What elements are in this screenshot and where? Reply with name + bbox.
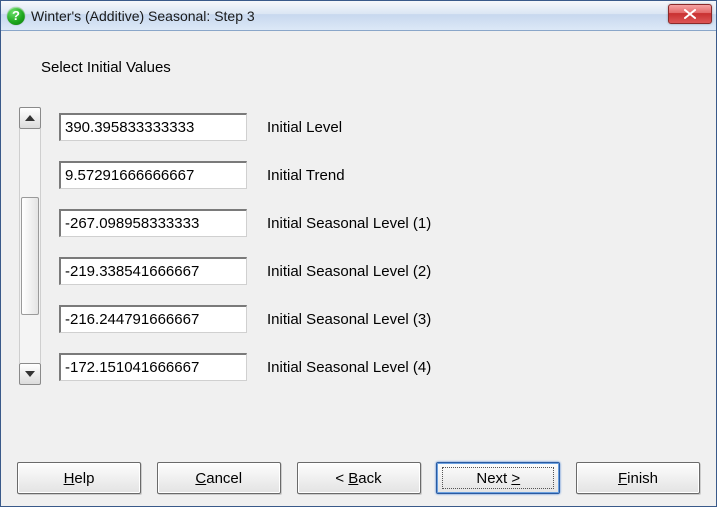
back-mnemonic: B [348,470,358,487]
label-seasonal-2: Initial Seasonal Level (2) [267,263,431,280]
row-seasonal-4: Initial Seasonal Level (4) [59,343,696,391]
help-mnemonic: H [64,470,75,487]
help-button[interactable]: Help [17,462,141,494]
button-bar: Help Cancel < Back Next > Finish [1,462,716,494]
label-seasonal-4: Initial Seasonal Level (4) [267,359,431,376]
window-title: Winter's (Additive) Seasonal: Step 3 [31,8,255,24]
input-initial-level[interactable] [59,113,247,141]
section-label: Select Initial Values [41,59,171,76]
row-seasonal-1: Initial Seasonal Level (1) [59,199,696,247]
client-area: Select Initial Values Initial Level Init… [1,31,716,506]
label-initial-level: Initial Level [267,119,342,136]
finish-button[interactable]: Finish [576,462,700,494]
back-prefix: < [335,470,348,487]
label-seasonal-3: Initial Seasonal Level (3) [267,311,431,328]
next-mnemonic: > [511,470,520,487]
input-seasonal-1[interactable] [59,209,247,237]
scroll-down-button[interactable] [19,363,41,385]
close-button[interactable] [668,4,712,24]
help-rest: elp [74,470,94,487]
row-seasonal-2: Initial Seasonal Level (2) [59,247,696,295]
scroll-up-button[interactable] [19,107,41,129]
input-seasonal-3[interactable] [59,305,247,333]
finish-mnemonic: F [618,470,627,487]
label-initial-trend: Initial Trend [267,167,345,184]
cancel-mnemonic: C [195,470,206,487]
scroll-track[interactable] [19,129,41,363]
row-initial-level: Initial Level [59,103,696,151]
close-icon [684,9,696,19]
values-scrollbar[interactable] [19,107,41,385]
cancel-rest: ancel [206,470,242,487]
dialog-window: ? Winter's (Additive) Seasonal: Step 3 S… [0,0,717,507]
next-button[interactable]: Next > [436,462,560,494]
help-icon: ? [7,7,25,25]
label-seasonal-1: Initial Seasonal Level (1) [267,215,431,232]
row-seasonal-3: Initial Seasonal Level (3) [59,295,696,343]
finish-rest: inish [627,470,658,487]
back-button[interactable]: < Back [297,462,421,494]
input-seasonal-2[interactable] [59,257,247,285]
input-initial-trend[interactable] [59,161,247,189]
row-initial-trend: Initial Trend [59,151,696,199]
chevron-up-icon [25,115,35,121]
cancel-button[interactable]: Cancel [157,462,281,494]
titlebar: ? Winter's (Additive) Seasonal: Step 3 [1,1,716,31]
chevron-down-icon [25,371,35,377]
initial-values-list: Initial Level Initial Trend Initial Seas… [59,103,696,391]
back-rest: ack [358,470,381,487]
next-pre: Next [476,470,511,487]
scroll-thumb[interactable] [21,197,39,315]
input-seasonal-4[interactable] [59,353,247,381]
